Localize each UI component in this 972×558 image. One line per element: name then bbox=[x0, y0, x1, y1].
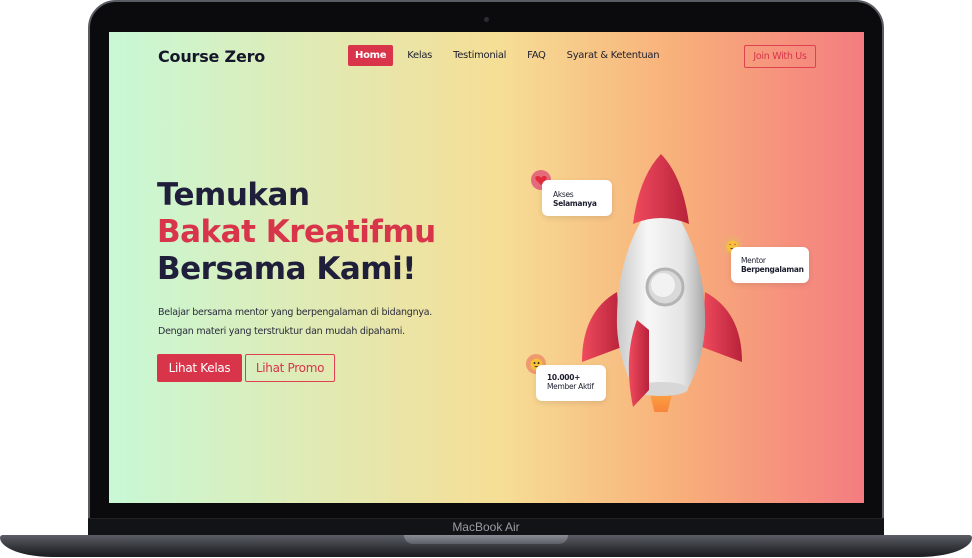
camera-icon bbox=[484, 17, 489, 22]
hero-title-line1: Temukan bbox=[157, 177, 310, 213]
hero-title: Temukan Bakat Kreatifmu Bersama Kami! bbox=[157, 177, 436, 288]
feature-card-mentor: Mentor Berpengalaman bbox=[731, 247, 809, 283]
feature-label: Mentor bbox=[741, 256, 766, 265]
website-screen: Course Zero Home Kelas Testimonial FAQ S… bbox=[109, 32, 864, 503]
feature-card-members: 10.000+ Member Aktif bbox=[536, 365, 606, 401]
hero-desc-line1: Belajar bersama mentor yang berpengalama… bbox=[158, 307, 433, 318]
hero-description: Belajar bersama mentor yang berpengalama… bbox=[158, 303, 432, 341]
nav-item-testimonial[interactable]: Testimonial bbox=[446, 45, 513, 66]
lihat-promo-button[interactable]: Lihat Promo bbox=[245, 354, 335, 382]
nav-item-kelas[interactable]: Kelas bbox=[400, 45, 439, 66]
hero-desc-line2: Dengan materi yang terstruktur dan mudah… bbox=[158, 326, 405, 337]
hero-title-line2: Bakat Kreatifmu bbox=[157, 214, 436, 250]
nav-item-faq[interactable]: FAQ bbox=[520, 45, 552, 66]
hero-title-line3: Bersama Kami! bbox=[157, 251, 416, 287]
feature-label: Akses bbox=[553, 190, 574, 199]
device-label: MacBook Air bbox=[452, 520, 520, 534]
nav-item-syarat-ketentuan[interactable]: Syarat & Ketentuan bbox=[560, 45, 667, 66]
feature-value: Member Aktif bbox=[547, 382, 594, 391]
join-with-us-button[interactable]: Join With Us bbox=[744, 45, 816, 68]
feature-card-akses: Akses Selamanya bbox=[542, 180, 612, 216]
lihat-kelas-button[interactable]: Lihat Kelas bbox=[157, 354, 242, 382]
feature-label: 10.000+ bbox=[547, 373, 581, 382]
feature-value: Selamanya bbox=[553, 199, 597, 208]
laptop-notch bbox=[404, 535, 568, 544]
feature-value: Berpengalaman bbox=[741, 265, 804, 274]
nav-item-home[interactable]: Home bbox=[348, 45, 394, 66]
site-logo[interactable]: Course Zero bbox=[158, 47, 265, 66]
main-nav: Home Kelas Testimonial FAQ Syarat & Kete… bbox=[348, 45, 673, 66]
